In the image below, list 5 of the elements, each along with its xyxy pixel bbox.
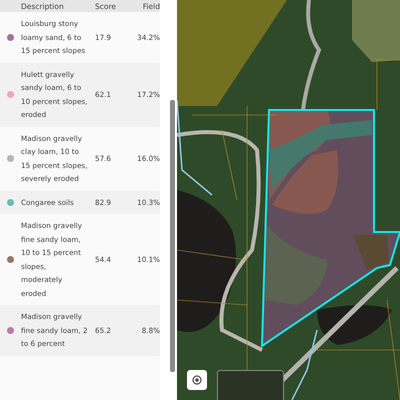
satellite-map-drawing[interactable] — [177, 0, 400, 400]
crosshair-icon — [191, 374, 203, 386]
scrollbar-thumb[interactable] — [170, 100, 175, 372]
locate-button[interactable] — [187, 370, 207, 390]
minimap-thumbnail[interactable] — [217, 370, 284, 400]
